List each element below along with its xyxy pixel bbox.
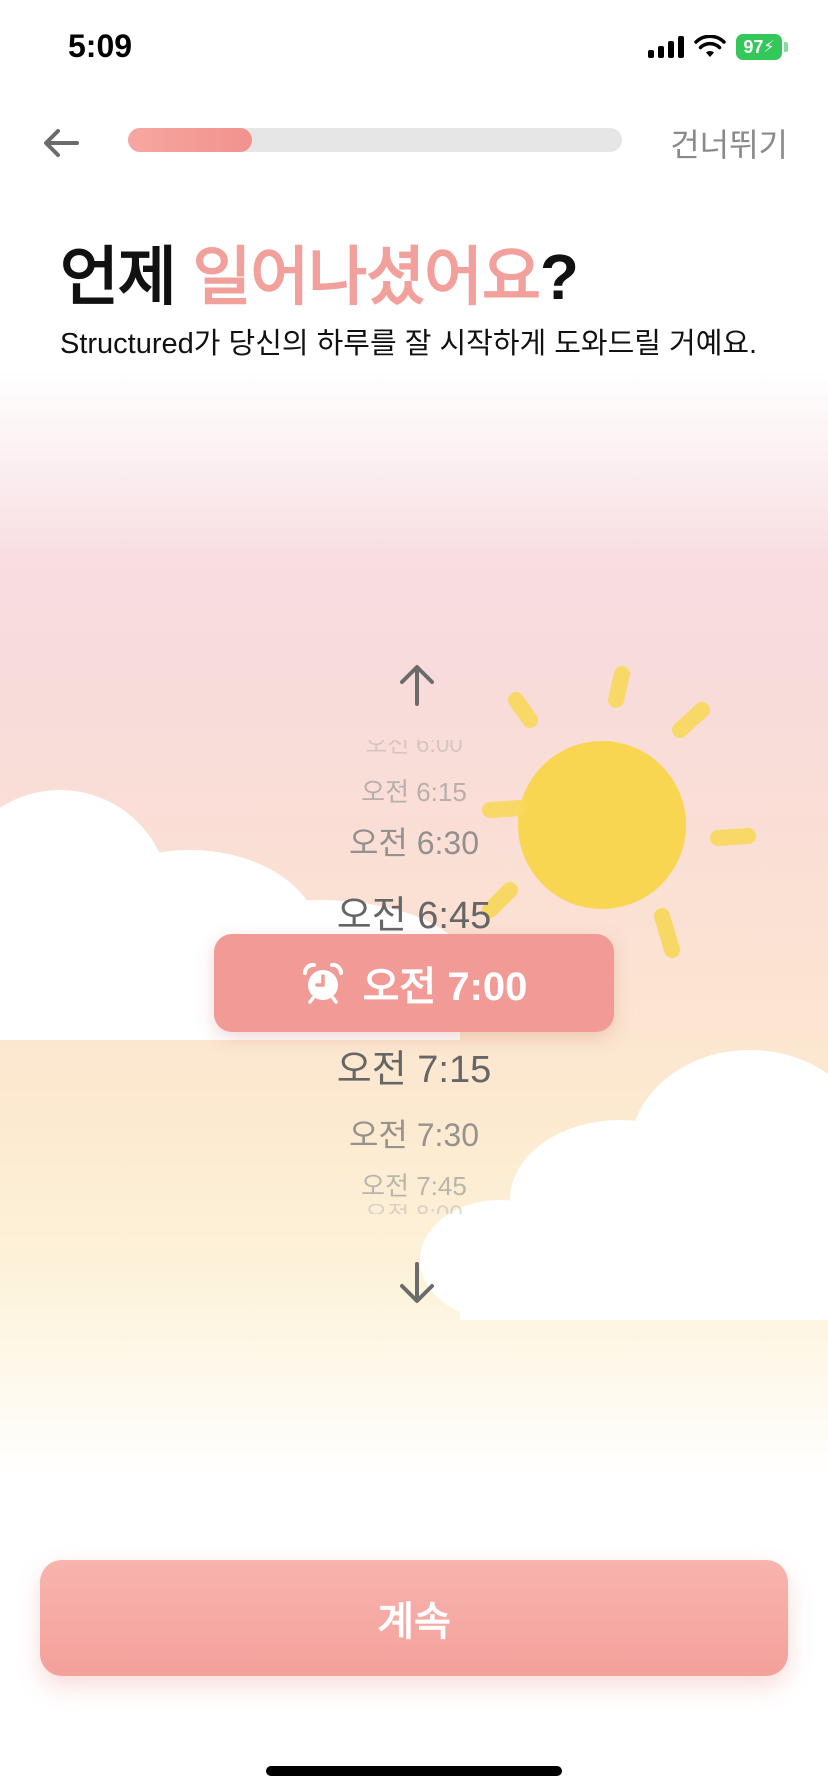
signal-icon xyxy=(648,36,684,58)
time-option-645[interactable]: 오전 6:45 xyxy=(214,884,614,939)
time-option-745[interactable]: 오전 7:45 xyxy=(214,1166,614,1203)
time-option-615[interactable]: 오전 6:15 xyxy=(214,772,614,809)
back-button[interactable] xyxy=(36,118,86,168)
time-option-800[interactable]: 오전 8:00 xyxy=(214,1204,614,1214)
continue-label: 계속 xyxy=(377,1600,451,1644)
page-title: 언제 일어나셨어요? xyxy=(60,226,579,318)
continue-button[interactable]: 계속 xyxy=(40,1560,788,1676)
title-accent: 일어나셨어요 xyxy=(192,241,541,313)
battery-level: 97 xyxy=(743,36,764,57)
title-part-2: ? xyxy=(539,241,579,313)
status-time: 5:09 xyxy=(68,28,133,64)
progress-fill xyxy=(128,128,252,152)
wifi-icon xyxy=(694,35,726,57)
skip-button[interactable]: 건너뛰기 xyxy=(670,120,788,166)
time-option-600[interactable]: 오전 6:00 xyxy=(214,740,614,758)
progress-bar xyxy=(128,128,622,152)
selected-time-option[interactable]: 오전 7:00 xyxy=(214,934,614,1032)
arrow-up-icon xyxy=(400,665,434,706)
home-indicator xyxy=(266,1766,562,1776)
battery-icon: 97 ⚡ xyxy=(736,34,788,60)
time-option-630[interactable]: 오전 6:30 xyxy=(214,818,614,864)
arrow-down-icon xyxy=(400,1262,434,1303)
title-part-1: 언제 xyxy=(60,241,193,313)
back-arrow-icon xyxy=(44,129,79,157)
status-icons: 97 ⚡ xyxy=(648,34,788,60)
selected-time-label: 오전 7:00 xyxy=(362,965,528,1009)
time-option-715[interactable]: 오전 7:15 xyxy=(214,1038,614,1093)
scroll-up-button[interactable] xyxy=(392,660,442,710)
page-subtitle: Structured가 당신의 하루를 잘 시작하게 도와드릴 거예요. xyxy=(60,328,758,360)
alarm-clock-icon xyxy=(302,962,343,1004)
scroll-down-button[interactable] xyxy=(392,1258,442,1308)
time-option-730[interactable]: 오전 7:30 xyxy=(214,1110,614,1156)
